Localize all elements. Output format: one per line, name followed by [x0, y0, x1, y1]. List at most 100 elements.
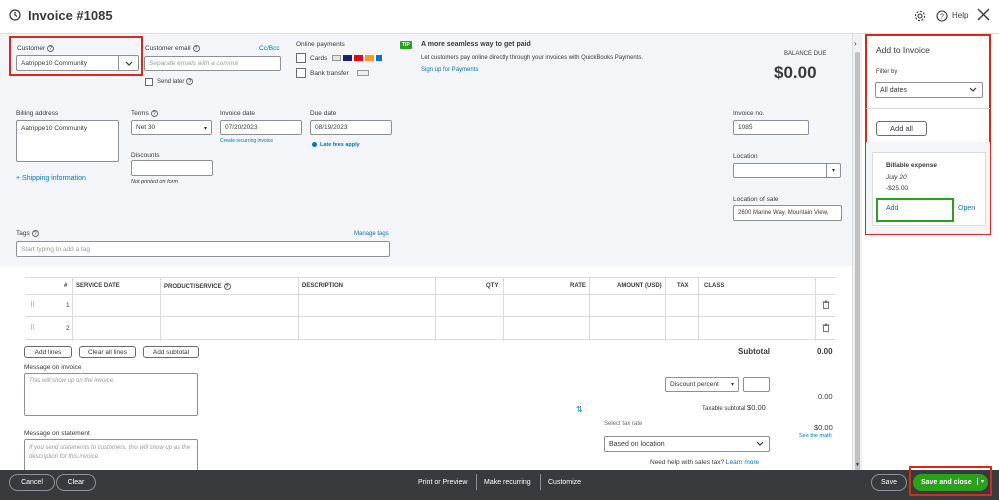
swap-sort-icon[interactable]: ⇅ [576, 405, 583, 414]
learn-more-link[interactable]: Learn more [726, 459, 759, 466]
recent-transactions-icon[interactable] [9, 9, 21, 23]
tax-amount: $0.00 [814, 423, 833, 432]
customize-link[interactable]: Customize [548, 479, 581, 486]
message-statement-label: Message on statement [24, 430, 90, 437]
location-of-sale-label: Location of sale [733, 196, 779, 203]
manage-tags-link[interactable]: Manage tags [354, 231, 389, 237]
card-open-link[interactable]: Open [958, 205, 975, 212]
clear-button[interactable]: Clear [56, 474, 96, 491]
discounts-field[interactable] [131, 160, 213, 176]
drag-handle-icon[interactable]: ⠿ [30, 324, 35, 332]
invoice-no-label: Invoice no. [733, 110, 765, 117]
table-row[interactable]: ⠿ 2 [25, 317, 835, 340]
subtotal-value: 0.00 [817, 347, 833, 356]
gear-icon[interactable] [914, 10, 926, 24]
footer-sep-2 [540, 474, 541, 490]
make-recurring-link[interactable]: Make recurring [484, 479, 531, 486]
billing-address-field[interactable]: Aatrippe10 Community [16, 120, 119, 162]
create-recurring-link[interactable]: Create recurring invoice [220, 138, 273, 144]
help-link[interactable]: Help [952, 11, 968, 20]
email-field[interactable]: Separate emails with a comma [144, 56, 281, 71]
bank-transfer-label: Bank transfer [310, 70, 349, 77]
main-scrollbar[interactable]: › ▼ [852, 34, 862, 477]
filter-by-label: Filter by [876, 69, 898, 75]
tip-badge: TIP [400, 41, 412, 49]
message-statement-field[interactable]: If you send statements to customers, thi… [24, 439, 198, 470]
terms-select[interactable]: Net 30 ▾ [131, 120, 212, 135]
card-brand-icons [332, 55, 382, 61]
save-button[interactable]: Save [871, 474, 907, 491]
invoice-date-label: Invoice date [220, 110, 256, 117]
card-amount: -$25.00 [886, 185, 909, 192]
filter-select[interactable]: All dates [875, 82, 983, 98]
shipping-info-link[interactable]: + Shipping information [16, 175, 86, 182]
tax-rate-select[interactable]: Based on location [604, 436, 770, 452]
taxable-subtotal: Taxable subtotal $0.00 [702, 403, 766, 412]
discount-value-field[interactable] [743, 377, 770, 392]
discount-type-select[interactable]: Discount percent ▾ [665, 377, 739, 392]
tax-rate-label: Select tax rate [604, 421, 643, 427]
card-date: July 20 [886, 174, 907, 181]
send-later-checkbox[interactable] [145, 78, 153, 86]
send-later-label: Send later? [157, 78, 194, 85]
see-the-math-link[interactable]: See the math [799, 433, 832, 439]
invoice-no-field[interactable]: 1085 [733, 120, 809, 135]
customer-highlight [9, 36, 143, 76]
balance-due-amount: $0.00 [774, 63, 817, 82]
discount-amount: 0.00 [818, 392, 833, 401]
collapse-panel-icon[interactable]: › [854, 39, 857, 48]
row-number: 1 [66, 302, 70, 309]
trash-icon[interactable] [822, 300, 830, 311]
tags-input[interactable]: Start typing to add a tag [16, 241, 390, 257]
table-row[interactable]: ⠿ 1 [25, 295, 835, 317]
balance-due-label: BALANCE DUE [784, 51, 827, 57]
save-close-highlight [909, 466, 992, 496]
discount-caret-icon: ▾ [730, 382, 734, 388]
help-icon[interactable]: ? [936, 10, 948, 24]
close-icon[interactable] [977, 8, 990, 23]
filter-chevron-down-icon [969, 87, 977, 94]
location-caret-icon: ▾ [826, 164, 840, 177]
sign-up-payments-link[interactable]: Sign up for Payments [421, 67, 478, 73]
due-date-label: Due date [310, 110, 337, 117]
table-header-row [25, 277, 835, 295]
add-all-button[interactable]: Add all [876, 121, 927, 136]
cc-bcc-link[interactable]: Cc/Bcc [259, 45, 280, 52]
svg-text:?: ? [940, 14, 944, 21]
drag-handle-icon[interactable]: ⠿ [30, 301, 35, 309]
print-preview-link[interactable]: Print or Preview [418, 479, 467, 486]
bank-icon [357, 70, 369, 76]
terms-label: Terms? [131, 110, 158, 117]
late-fees-link[interactable]: Late fees apply [320, 142, 360, 148]
invoice-date-field[interactable]: 07/20/2023 [220, 120, 302, 135]
billing-address-label: Billing address [16, 110, 59, 117]
tip-title: A more seamless way to get paid [421, 41, 531, 48]
subtotal-label: Subtotal [738, 347, 770, 356]
location-select[interactable]: ▾ [733, 163, 841, 178]
header-bar: Invoice #1085 ? Help [0, 0, 999, 34]
location-label: Location [733, 153, 758, 160]
discounts-label: Discounts [131, 152, 160, 159]
page-title: Invoice #1085 [28, 8, 113, 23]
message-invoice-field[interactable]: This will show up on the invoice. [24, 373, 198, 416]
location-of-sale-field[interactable]: 2600 Marine Way, Mountain View, [733, 205, 842, 221]
cancel-button[interactable]: Cancel [9, 474, 55, 491]
add-link-highlight [876, 198, 954, 222]
email-label: Customer email? [145, 45, 200, 52]
scroll-down-icon[interactable]: ▼ [855, 462, 860, 468]
caret-down-icon: ▾ [203, 126, 207, 132]
cards-checkbox[interactable] [296, 53, 306, 63]
add-subtotal-button[interactable]: Add subtotal [143, 346, 199, 358]
scrollbar-thumb[interactable] [855, 52, 860, 477]
due-date-field[interactable]: 08/19/2023 [310, 120, 392, 135]
message-invoice-label: Message on invoice [24, 364, 82, 371]
cards-label: Cards [310, 55, 328, 62]
footer-sep-1 [476, 474, 477, 490]
row-number: 2 [66, 325, 70, 332]
tags-label: Tags? [16, 230, 39, 237]
trash-icon[interactable] [822, 323, 830, 334]
clear-all-lines-button[interactable]: Clear all lines [79, 346, 136, 358]
bank-transfer-checkbox[interactable] [296, 68, 306, 78]
online-payments-label: Online payments [296, 41, 345, 48]
add-lines-button[interactable]: Add lines [24, 346, 72, 358]
